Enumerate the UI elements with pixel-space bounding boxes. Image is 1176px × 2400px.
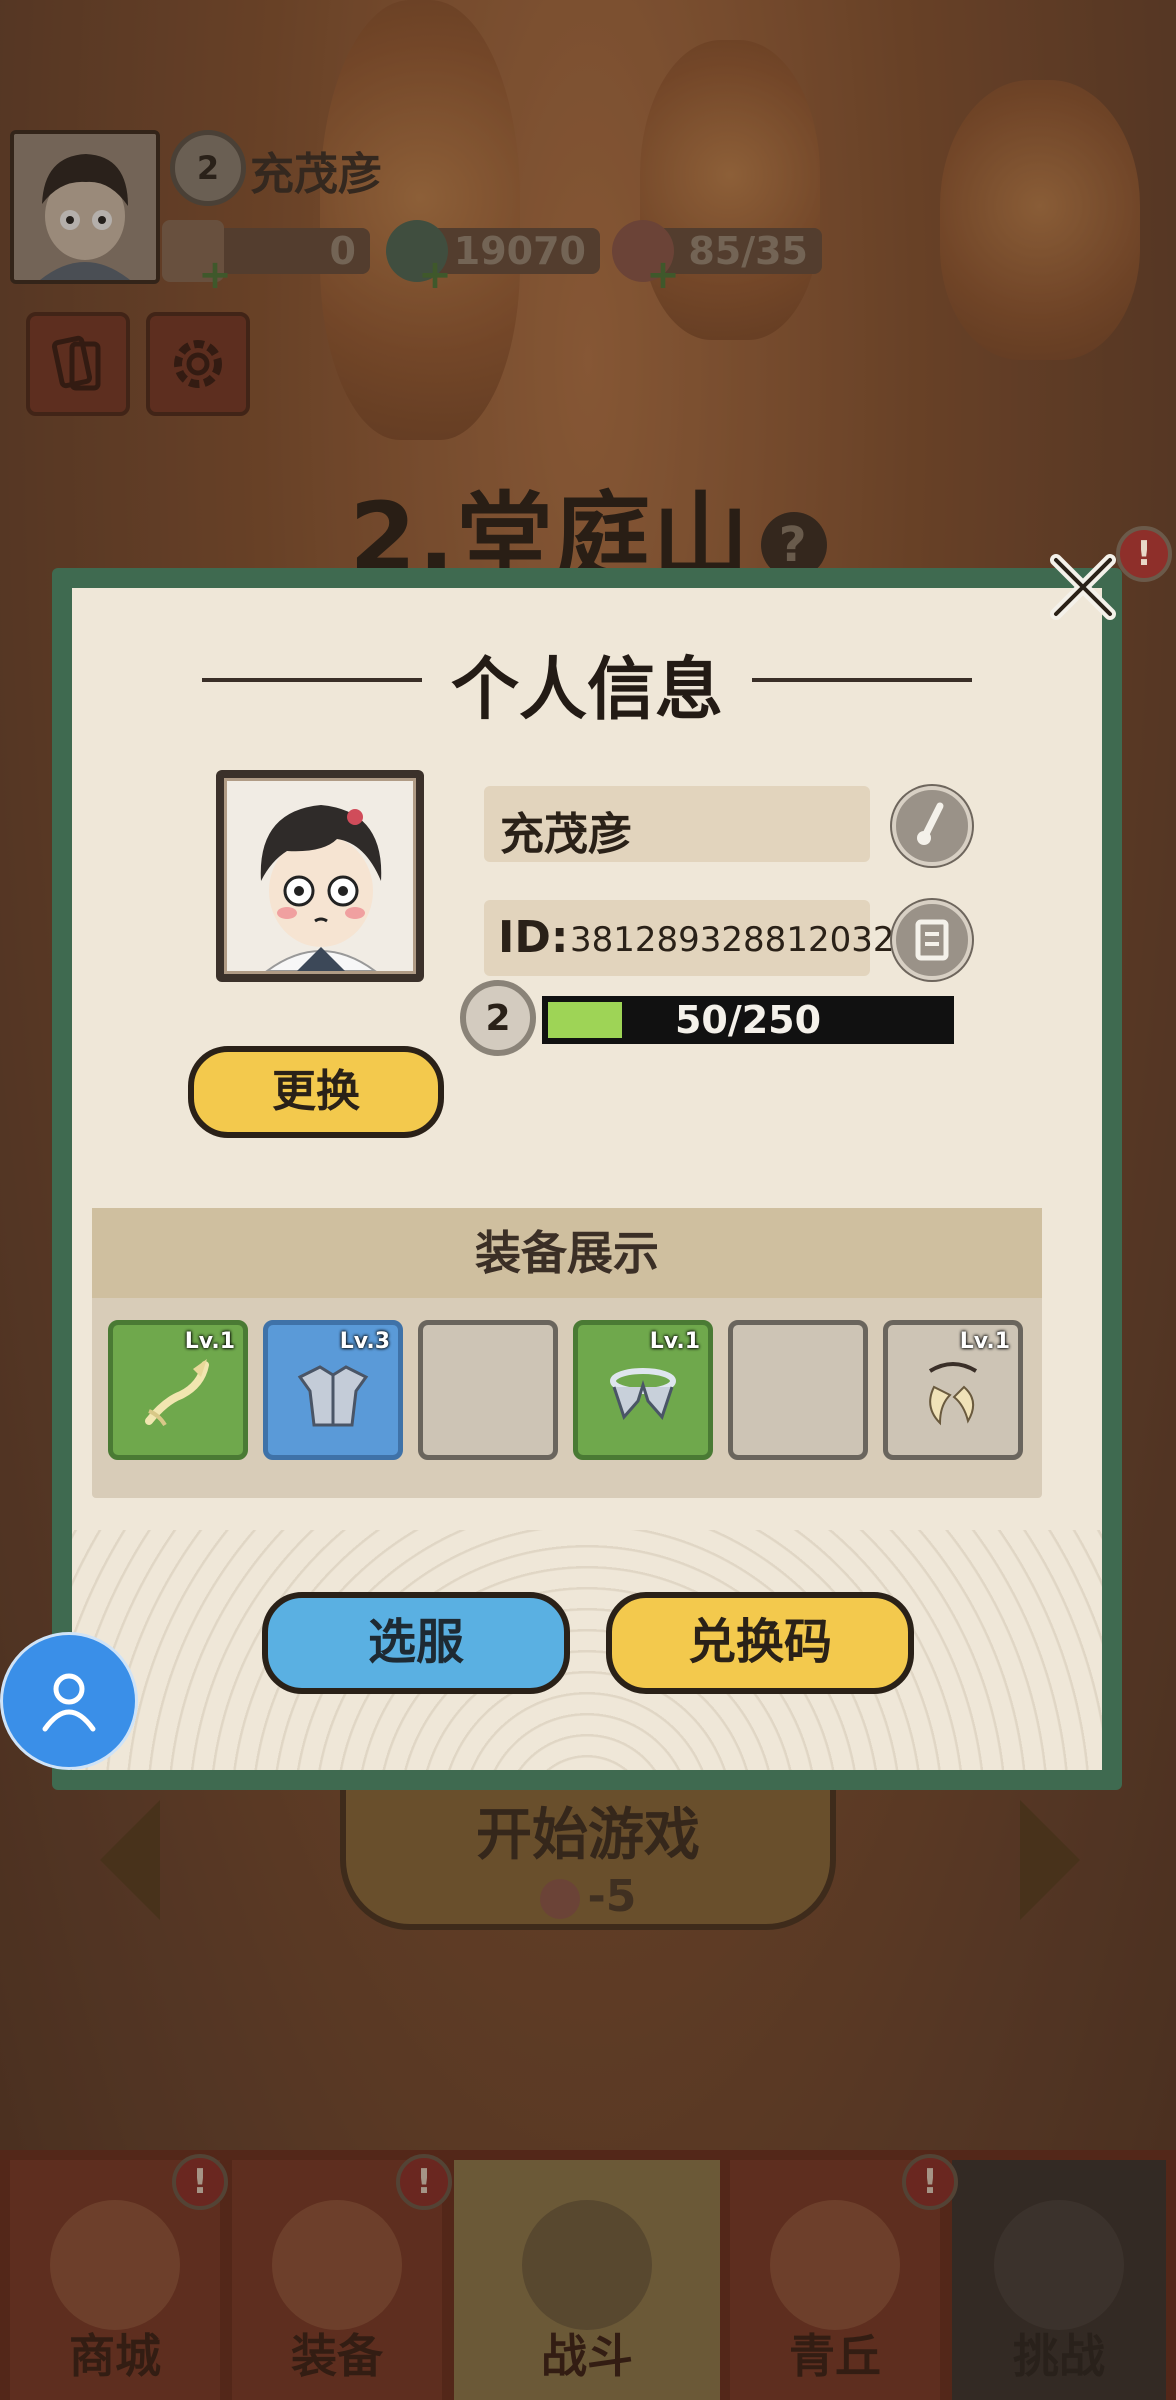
profile-modal: 个人信息 更换 充茂彦 ID: 381289328812032 2 50/250… [52,568,1122,1790]
equip-slot-5[interactable] [728,1320,868,1460]
equip-slot-1[interactable]: Lv.1 [108,1320,248,1460]
profile-avatar [216,770,424,982]
claw-accessory-icon [928,1362,978,1426]
edit-name-button[interactable] [892,786,972,866]
close-icon [1050,554,1116,620]
equip-slot-3[interactable] [418,1320,558,1460]
armor-icon [297,1365,369,1427]
equipment-showcase-title: 装备展示 [92,1208,1042,1298]
profile-alert-badge: ! [1116,526,1172,582]
whip-icon [145,1359,209,1427]
player-level-badge: 2 [460,980,536,1056]
equipment-showcase: 装备展示 Lv.1 Lv.3 Lv.1 Lv.1 [92,1208,1042,1498]
modal-title: 个人信息 [450,651,723,730]
belt-icon [610,1368,676,1420]
equip-slot-4[interactable]: Lv.1 [573,1320,713,1460]
equip-slot-6[interactable]: Lv.1 [883,1320,1023,1460]
equip-slot-2[interactable]: Lv.3 [263,1320,403,1460]
redeem-code-button[interactable]: 兑换码 [606,1592,914,1694]
xp-progress-bar: 50/250 [542,996,954,1044]
name-field: 充茂彦 [484,786,870,862]
select-server-button[interactable]: 选服 [262,1592,570,1694]
copy-icon [915,919,949,961]
player-name: 充茂彦 [500,809,632,860]
user-icon [42,1673,96,1732]
close-modal-button[interactable] [1044,548,1122,626]
id-field: ID: 381289328812032 [484,900,894,976]
brush-icon [917,802,944,845]
modal-panel [72,588,1102,1770]
id-value: 381289328812032 [570,920,895,960]
copy-id-button[interactable] [892,900,972,980]
id-label: ID: [498,912,569,963]
xp-text: 50/250 [674,998,822,1042]
change-avatar-button[interactable]: 更换 [188,1046,444,1138]
floating-user-button[interactable] [0,1632,138,1770]
